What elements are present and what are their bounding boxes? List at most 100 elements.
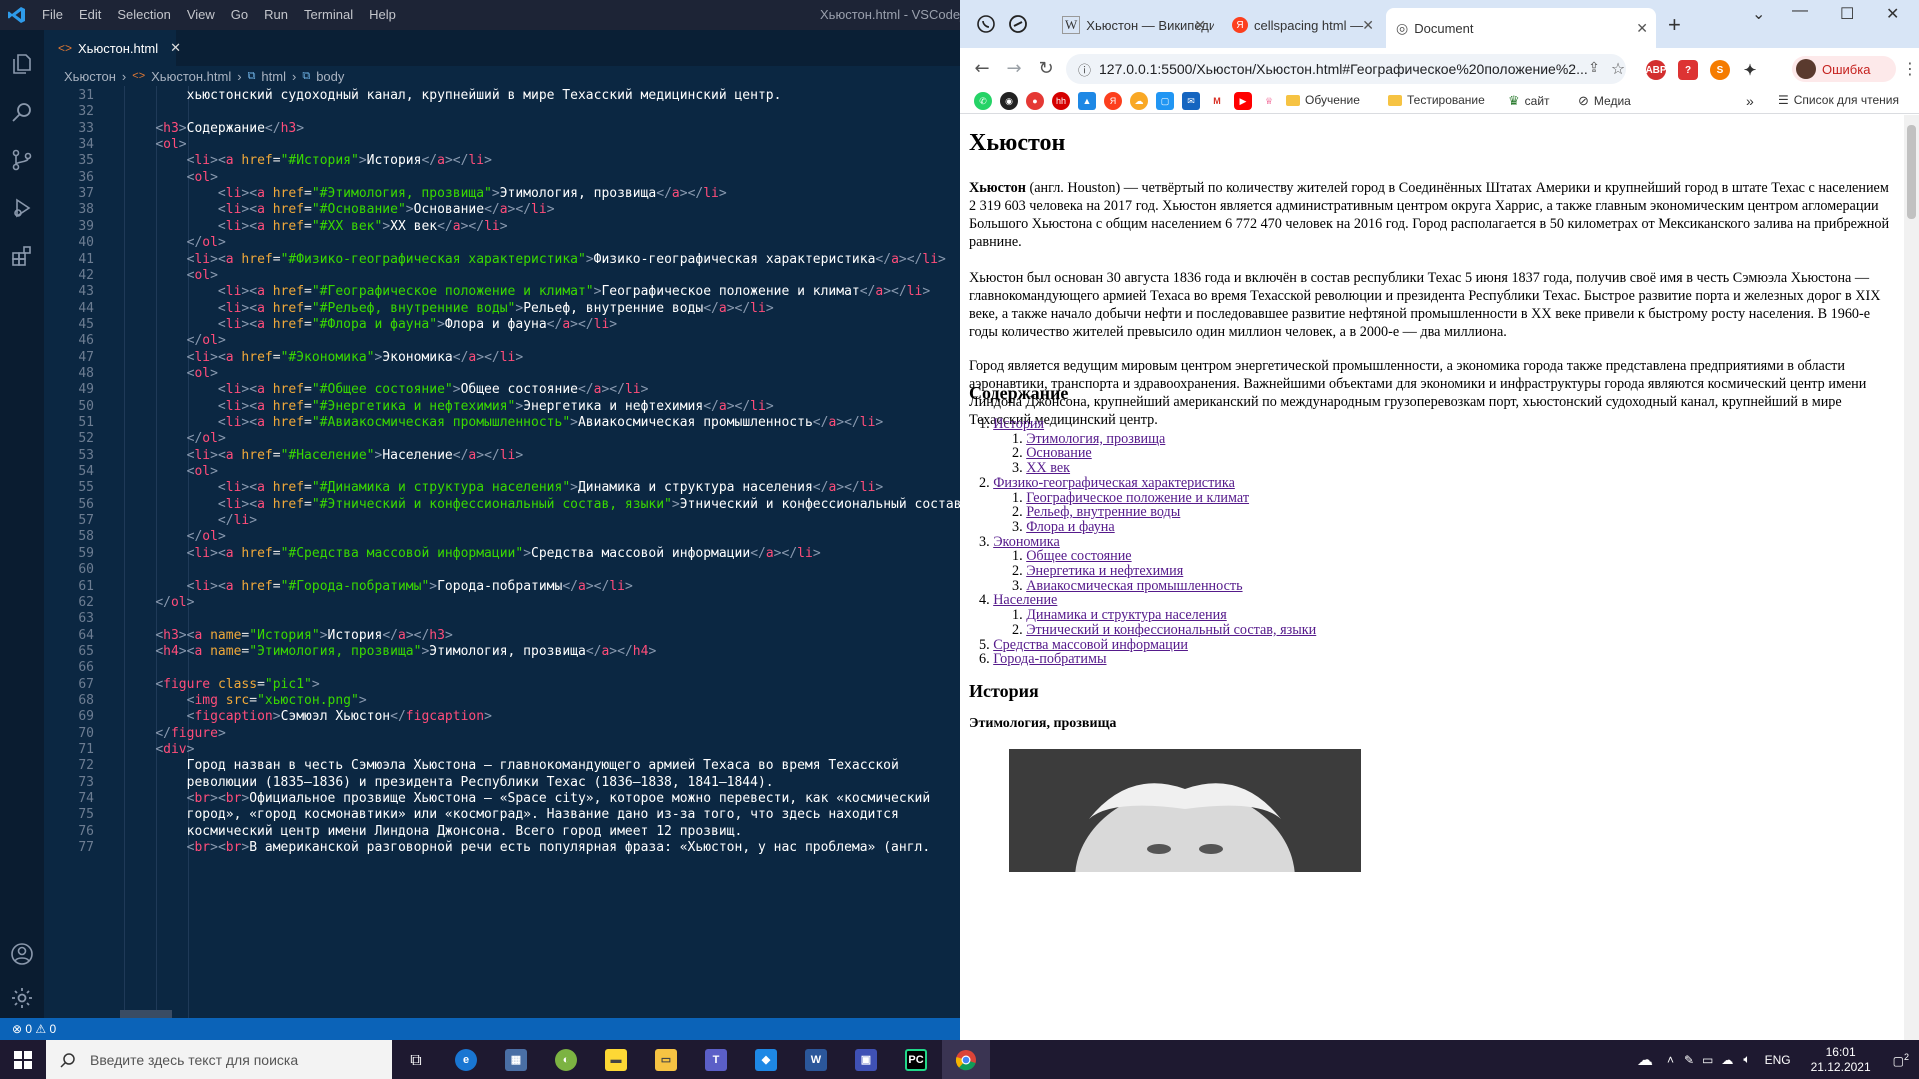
drive-bookmark-icon[interactable]: ▲ xyxy=(1078,92,1096,110)
file-explorer-icon[interactable]: ▭ xyxy=(642,1040,690,1079)
code-line[interactable]: <div> xyxy=(124,742,194,757)
settings-gear-icon[interactable] xyxy=(0,976,44,1020)
vscode-taskbar-icon[interactable]: ◆ xyxy=(742,1040,790,1079)
breadcrumb-body[interactable]: body xyxy=(316,69,344,84)
tab-search-icon[interactable]: ⌄ xyxy=(1752,4,1765,24)
whatsapp-bookmark-icon[interactable]: ✆ xyxy=(974,92,992,110)
address-bar[interactable]: ⓘ 127.0.0.1:5500/Хьюстон/Хьюстон.html#Ге… xyxy=(1066,54,1626,84)
close-tab-icon[interactable]: ✕ xyxy=(1194,17,1206,34)
chevron-up-icon[interactable]: ˄ xyxy=(1661,1053,1680,1067)
weather-icon[interactable]: ☁ xyxy=(1629,1050,1661,1070)
whatsapp-tab-icon[interactable] xyxy=(976,14,996,34)
code-line[interactable]: хьюстонский судоходный канал, крупнейший… xyxy=(124,88,782,103)
code-line[interactable]: <li><a href="#Основание">Основание</a></… xyxy=(124,202,555,217)
forward-icon[interactable]: → xyxy=(1002,56,1026,80)
extensions-icon[interactable] xyxy=(0,234,44,278)
code-line[interactable]: <li><a href="#Этнический и конфессиональ… xyxy=(124,497,960,512)
edge-icon[interactable]: e xyxy=(442,1040,490,1079)
menu-dots-icon[interactable]: ⋮ xyxy=(1898,56,1919,80)
code-line[interactable]: <ol> xyxy=(124,268,218,283)
code-line[interactable]: <figure class="pic1"> xyxy=(124,677,319,692)
bookmark-media[interactable]: ⊘ Медиа xyxy=(1578,93,1631,109)
bookmark-star-icon[interactable]: ☆ xyxy=(1606,56,1630,80)
hh-bookmark-icon[interactable]: hh xyxy=(1052,92,1070,110)
pen-icon[interactable]: ✎ xyxy=(1680,1053,1698,1067)
code-line[interactable]: город», «город космонавтики» или «космог… xyxy=(124,807,899,822)
app-icon[interactable]: ◐ xyxy=(542,1040,590,1079)
code-line[interactable]: <br><br>В американской разговорной речи … xyxy=(124,840,931,855)
tab-yandex[interactable]: Я cellspacing html — Яндекс ✕ xyxy=(1222,10,1382,40)
code-line[interactable]: <li><a href="#Рельеф, внутренние воды">Р… xyxy=(124,301,774,316)
network-icon[interactable]: ▭ xyxy=(1698,1053,1717,1067)
pycharm-icon[interactable]: PC xyxy=(892,1040,940,1079)
bookmark-icon[interactable]: ☁ xyxy=(1130,92,1148,110)
close-tab-icon[interactable]: ✕ xyxy=(1636,20,1648,37)
extensions-puzzle-icon[interactable]: ✦ xyxy=(1740,60,1760,80)
account-icon[interactable] xyxy=(0,932,44,976)
code-line[interactable]: <li><a href="#Население">Население</a></… xyxy=(124,448,524,463)
code-line[interactable]: <li><a href="#Этимология, прозвища">Этим… xyxy=(124,186,727,201)
code-line[interactable]: <li><a href="#Города-побратимы">Города-п… xyxy=(124,579,633,594)
menu-view[interactable]: View xyxy=(179,0,223,30)
code-editor[interactable]: 31 хьюстонский судоходный канал, крупней… xyxy=(44,86,960,1018)
windows-start-icon[interactable] xyxy=(0,1040,46,1079)
extension-icon[interactable]: S xyxy=(1710,60,1730,80)
close-tab-icon[interactable]: ✕ xyxy=(1362,17,1374,34)
notes-icon[interactable]: ▬ xyxy=(592,1040,640,1079)
menu-edit[interactable]: Edit xyxy=(71,0,109,30)
pinned-tab-icon[interactable] xyxy=(1008,14,1028,34)
bookmark-icon[interactable]: ◉ xyxy=(1000,92,1018,110)
code-line[interactable]: </ol> xyxy=(124,235,226,250)
code-line[interactable]: <figcaption>Сэмюэл Хьюстон</figcaption> xyxy=(124,709,492,724)
menu-help[interactable]: Help xyxy=(361,0,404,30)
share-icon[interactable]: ⇪ xyxy=(1582,56,1606,80)
page-scrollbar[interactable] xyxy=(1904,115,1919,1040)
menu-run[interactable]: Run xyxy=(256,0,296,30)
code-line[interactable]: </ol> xyxy=(124,431,226,446)
breadcrumb-file[interactable]: Хьюстон.html xyxy=(151,69,231,84)
code-line[interactable]: <li><a href="#Динамика и структура насел… xyxy=(124,480,883,495)
cloud-icon[interactable]: ☁ xyxy=(1717,1053,1737,1067)
code-line[interactable]: <li><a href="#Средства массовой информац… xyxy=(124,546,821,561)
code-line[interactable]: </li> xyxy=(124,513,257,528)
code-line[interactable]: <ol> xyxy=(124,170,218,185)
menu-file[interactable]: File xyxy=(34,0,71,30)
extension-icon[interactable]: ? xyxy=(1678,60,1698,80)
clock[interactable]: 16:01 21.12.2021 xyxy=(1799,1045,1883,1075)
maps-bookmark-icon[interactable]: ● xyxy=(1026,92,1044,110)
code-line[interactable]: <li><a href="#Общее состояние">Общее сос… xyxy=(124,382,649,397)
menu-go[interactable]: Go xyxy=(223,0,256,30)
profile-error-button[interactable]: Ошибка xyxy=(1792,56,1896,82)
youtube-bookmark-icon[interactable]: ▶ xyxy=(1234,92,1252,110)
back-icon[interactable]: ← xyxy=(970,56,994,80)
code-line[interactable]: <li><a href="#Экономика">Экономика</a></… xyxy=(124,350,524,365)
code-line[interactable]: <h4><a name="Этимология, прозвища">Этимо… xyxy=(124,644,656,659)
tab-houston-html[interactable]: <> Хьюстон.html ✕ xyxy=(44,30,181,66)
search-icon[interactable] xyxy=(0,90,44,134)
code-line[interactable]: <ol> xyxy=(124,464,218,479)
code-line[interactable]: </ol> xyxy=(124,333,226,348)
code-line[interactable]: <li><a href="#XX век">XX век</a></li> xyxy=(124,219,508,234)
horizontal-scrollbar[interactable] xyxy=(120,1010,172,1018)
mail-bookmark-icon[interactable]: ✉ xyxy=(1182,92,1200,110)
explorer-icon[interactable] xyxy=(0,42,44,86)
code-line[interactable]: <h3>Содержание</h3> xyxy=(124,121,304,136)
source-control-icon[interactable] xyxy=(0,138,44,182)
code-line[interactable]: </figure> xyxy=(124,726,225,741)
adblock-icon[interactable]: ABP xyxy=(1645,60,1667,80)
code-line[interactable]: <br><br>Официальное прозвище Хьюстона — … xyxy=(124,791,931,806)
menu-selection[interactable]: Selection xyxy=(109,0,178,30)
code-line[interactable]: <li><a href="#Авиакосмическая промышленн… xyxy=(124,415,883,430)
language-indicator[interactable]: ENG xyxy=(1757,1053,1799,1067)
breadcrumb-folder[interactable]: Хьюстон xyxy=(64,69,116,84)
minimize-icon[interactable]: — xyxy=(1792,2,1808,20)
notifications-icon[interactable]: ▢2 xyxy=(1883,1052,1919,1068)
code-line[interactable]: <li><a href="#История">История</a></li> xyxy=(124,153,492,168)
problems-status[interactable]: ⊗ 0 ⚠ 0 xyxy=(12,1022,56,1036)
code-line[interactable]: <li><a href="#Энергетика и нефтехимия">Э… xyxy=(124,399,774,414)
bookmark-folder-obuchenie[interactable]: Обучение xyxy=(1286,93,1360,107)
code-line[interactable]: <li><a href="#Флора и фауна">Флора и фау… xyxy=(124,317,617,332)
code-line[interactable]: <h3><a name="История">История</a></h3> xyxy=(124,628,452,643)
bookmark-icon[interactable]: ▢ xyxy=(1156,92,1174,110)
bookmark-site[interactable]: ♛ сайт xyxy=(1508,93,1550,109)
